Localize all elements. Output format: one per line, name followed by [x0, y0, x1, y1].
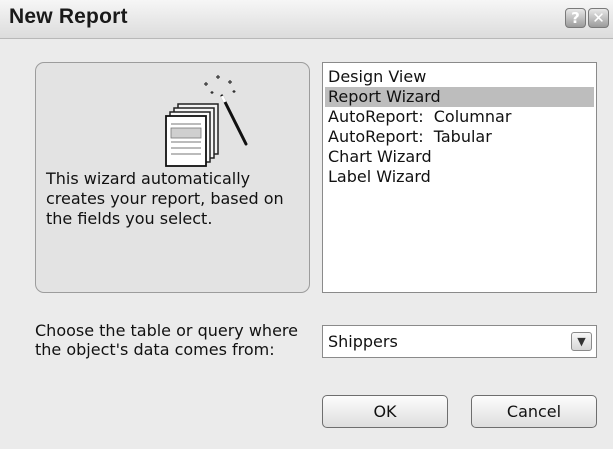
- wizard-description: This wizard automatically creates your r…: [46, 169, 284, 228]
- window-title: New Report: [9, 5, 128, 28]
- source-table-value: Shippers: [328, 332, 398, 351]
- title-bar[interactable]: New Report ? ✕: [0, 0, 613, 39]
- ok-button[interactable]: OK: [322, 395, 448, 428]
- list-item-chart-wizard[interactable]: Chart Wizard: [325, 147, 594, 167]
- list-item-autoreport-columnar[interactable]: AutoReport: Columnar: [325, 107, 594, 127]
- list-item-autoreport-tabular[interactable]: AutoReport: Tabular: [325, 127, 594, 147]
- wizard-preview-panel: This wizard automatically creates your r…: [35, 62, 310, 293]
- report-type-list[interactable]: Design View Report Wizard AutoReport: Co…: [322, 62, 597, 293]
- source-table-select[interactable]: Shippers ▼: [322, 325, 597, 358]
- new-report-dialog: New Report ? ✕ This wizard automatically…: [0, 0, 613, 449]
- list-item-design-view[interactable]: Design View: [325, 67, 594, 87]
- list-item-report-wizard[interactable]: Report Wizard: [325, 87, 594, 107]
- report-wizard-icon: [165, 75, 248, 167]
- help-button[interactable]: ?: [565, 8, 586, 28]
- cancel-button[interactable]: Cancel: [471, 395, 597, 428]
- source-prompt-label: Choose the table or query where the obje…: [35, 321, 298, 359]
- chevron-down-icon[interactable]: ▼: [571, 332, 592, 351]
- list-item-label-wizard[interactable]: Label Wizard: [325, 167, 594, 187]
- close-button[interactable]: ✕: [588, 8, 609, 28]
